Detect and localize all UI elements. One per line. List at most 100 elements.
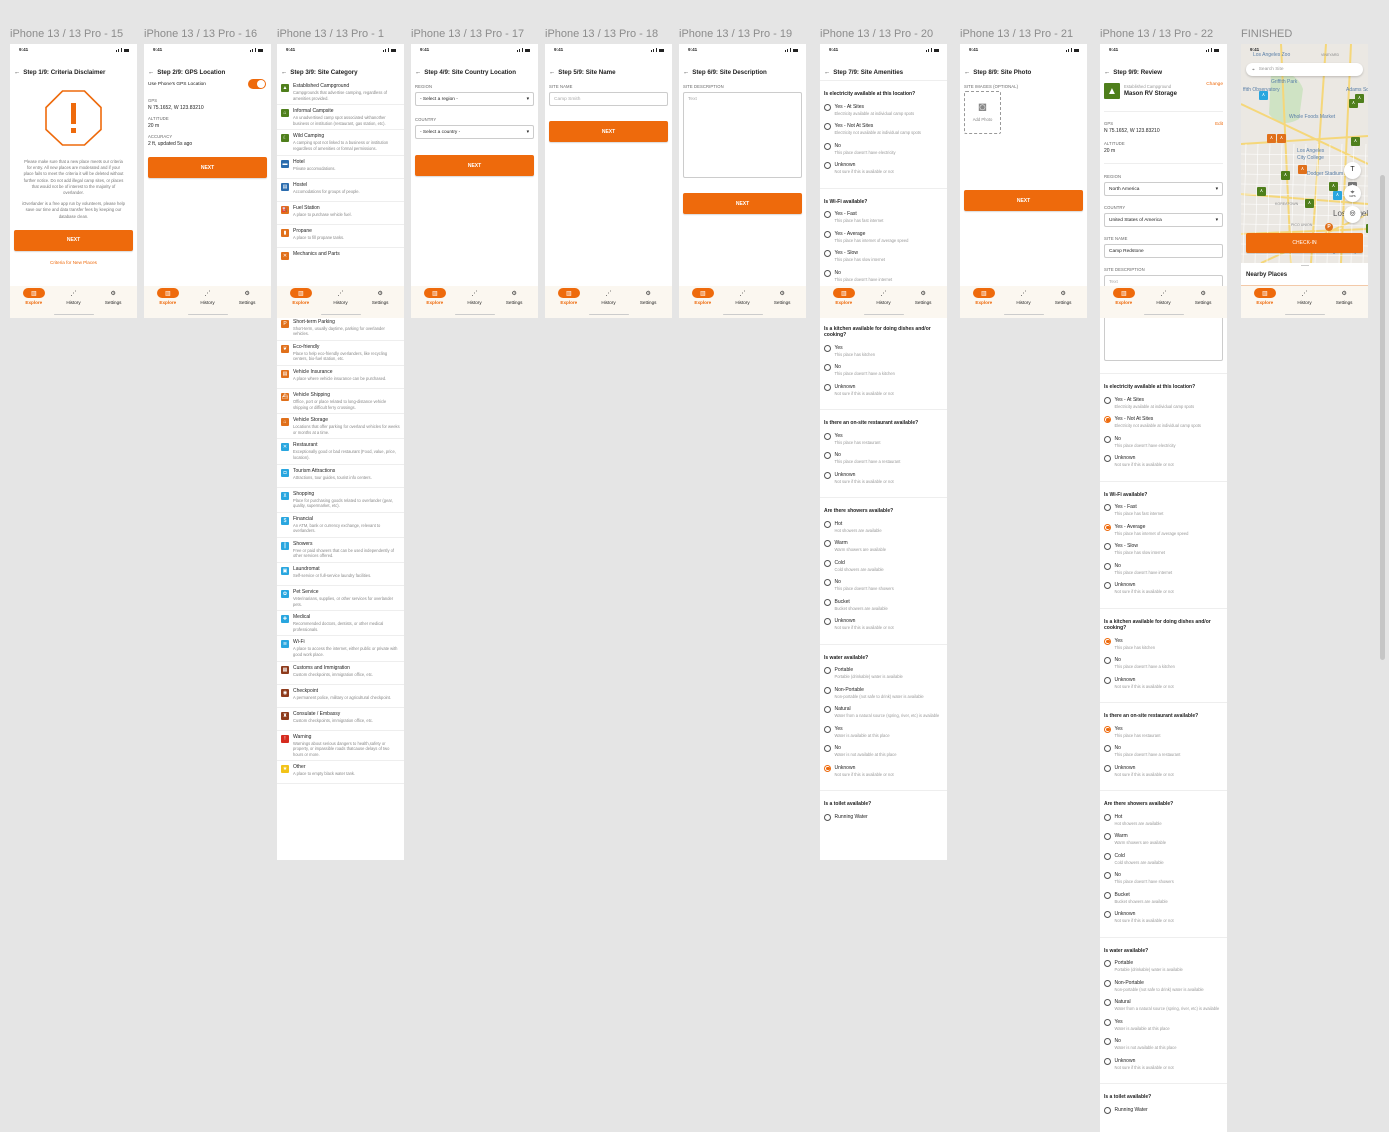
radio-button[interactable]: [1104, 833, 1111, 840]
amenity-option[interactable]: UnknownNot sure if this is available or …: [824, 162, 943, 182]
radio-button[interactable]: [1104, 1018, 1111, 1026]
amenity-option[interactable]: Yes Water is available at this place: [1104, 1018, 1223, 1039]
nav-explore[interactable]: ▥ Explore: [17, 286, 51, 318]
amenity-option[interactable]: Yes - Not At Sites Electricity not availa…: [1104, 416, 1223, 436]
category-item[interactable]: ✿ Pet Service Veterinarians, supplies, or …: [277, 586, 404, 612]
amenity-option[interactable]: Yes - Slow This place has slow internet: [824, 250, 943, 270]
category-item[interactable]: $ Financial An ATM, bank or currency excha…: [277, 513, 404, 538]
radio-button[interactable]: [824, 432, 831, 440]
radio-button[interactable]: [824, 686, 831, 694]
radio-button[interactable]: [1104, 657, 1111, 664]
region-select[interactable]: - Select a region - ▾: [415, 92, 534, 106]
amenity-option[interactable]: Natural Water from a natural source (spri…: [1104, 999, 1223, 1019]
site-name-input[interactable]: Camp Redstone: [1104, 244, 1223, 258]
amenity-option[interactable]: Hot Hot showers are available: [824, 520, 943, 541]
nav-explore[interactable]: ▥ Explore: [827, 286, 861, 318]
back-arrow-icon[interactable]: ←: [824, 69, 830, 76]
category-item[interactable]: ✚ Medical Recommended doctors, dentists, o…: [277, 611, 404, 637]
category-item[interactable]: ! Warning Warnings about serious dangers t…: [277, 731, 404, 762]
radio-button[interactable]: [824, 364, 831, 371]
map-site-marker-icon[interactable]: ⋏: [1305, 199, 1314, 208]
radio-button[interactable]: [1104, 1106, 1111, 1114]
map-site-marker-icon[interactable]: ⋏: [1351, 137, 1360, 146]
next-button[interactable]: NEXT: [549, 121, 668, 142]
radio-button[interactable]: [824, 211, 831, 218]
radio-button[interactable]: [1104, 745, 1111, 752]
nav-settings[interactable]: ⚙ Settings: [765, 286, 799, 318]
next-button[interactable]: NEXT: [964, 190, 1083, 211]
next-button[interactable]: NEXT: [683, 193, 802, 214]
radio-button[interactable]: [824, 230, 831, 238]
category-item[interactable]: ☾ Wild Camping A camping spot not linked t…: [277, 130, 404, 156]
category-item[interactable]: ▣ Laundromat Self-service or full-service …: [277, 563, 404, 587]
category-item[interactable]: ♜ Consulate / Embassy Custom checkpoints, …: [277, 708, 404, 731]
amenity-option[interactable]: No Water is not available at this place: [824, 745, 943, 765]
map-site-marker-icon[interactable]: ⋏: [1329, 182, 1338, 191]
radio-button[interactable]: [1104, 911, 1111, 918]
nav-explore[interactable]: ▥ Explore: [686, 286, 720, 318]
radio-button[interactable]: [824, 725, 831, 733]
amenity-option[interactable]: Yes - Not At Sites Electricity not availa…: [824, 123, 943, 143]
category-item[interactable]: ≋ Wi-Fi A place to access the internet, ei…: [277, 636, 404, 662]
amenity-option[interactable]: UnknownNot sure if this is available or …: [824, 383, 943, 404]
sheet-handle[interactable]: [1301, 265, 1309, 266]
radio-button[interactable]: [824, 706, 831, 713]
amenity-option[interactable]: UnknownNot sure if this is available or …: [1104, 582, 1223, 602]
amenity-option[interactable]: Yes - Fast This place has fast internet: [824, 211, 943, 231]
amenity-option[interactable]: Hot Hot showers are available: [1104, 813, 1223, 834]
radio-button[interactable]: [824, 764, 831, 772]
amenity-option[interactable]: No This place doesn't have a kitchen: [1104, 657, 1223, 677]
nav-settings[interactable]: ⚙ Settings: [906, 286, 940, 318]
site-name-input[interactable]: Camp Smith: [549, 92, 668, 106]
radio-button[interactable]: [824, 667, 831, 674]
amenity-option[interactable]: Bucket Bucket showers are available: [824, 598, 943, 619]
category-item[interactable]: ◉ Checkpoint A permanent police, military …: [277, 685, 404, 708]
amenity-option[interactable]: UnknownNot sure if this is available or …: [1104, 676, 1223, 697]
nearby-places-sheet[interactable]: Nearby Places: [1241, 263, 1368, 286]
locate-button[interactable]: ◎: [1344, 206, 1361, 223]
amenity-option[interactable]: UnknownNot sure if this is available or …: [1104, 911, 1223, 931]
radio-button[interactable]: [1104, 1038, 1111, 1045]
radio-button[interactable]: [1104, 523, 1111, 531]
radio-button[interactable]: [1104, 725, 1111, 733]
radio-button[interactable]: [1104, 872, 1111, 879]
amenity-option[interactable]: No This place doesn't have a restaurant: [1104, 745, 1223, 765]
amenity-option[interactable]: Running Water: [1104, 1106, 1223, 1127]
filter-button[interactable]: T: [1344, 162, 1361, 179]
map-site-marker-icon[interactable]: ⋏: [1257, 187, 1266, 196]
amenity-option[interactable]: Natural Water from a natural source (spri…: [824, 706, 943, 726]
edit-link[interactable]: Edit: [1215, 121, 1223, 126]
radio-button[interactable]: [824, 540, 831, 547]
nav-settings[interactable]: ⚙ Settings: [497, 286, 531, 318]
amenity-option[interactable]: No This place doesn't have electricity: [1104, 435, 1223, 456]
radio-button[interactable]: [824, 471, 831, 479]
amenity-option[interactable]: UnknownNot sure if this is available or …: [824, 618, 943, 638]
radio-button[interactable]: [1104, 582, 1111, 589]
radio-button[interactable]: [824, 520, 831, 528]
site-description-textarea[interactable]: Text: [683, 92, 802, 178]
category-item[interactable]: ⛴ Vehicle Shipping Office, port or place r…: [277, 389, 404, 415]
radio-button[interactable]: [1104, 637, 1111, 645]
category-item[interactable]: ▲ Established Campground Campgrounds that …: [277, 80, 404, 106]
category-item[interactable]: ⊻ Shopping Place for purchasing goods rela…: [277, 488, 404, 513]
amenity-option[interactable]: No This place doesn't have internet: [1104, 562, 1223, 583]
radio-button[interactable]: [1104, 543, 1111, 550]
category-item[interactable]: ❦ Eco-friendly Place to help eco-friendly …: [277, 341, 404, 366]
amenity-option[interactable]: UnknownNot sure if this is available or …: [824, 764, 943, 785]
amenity-option[interactable]: Cold Cold showers are available: [1104, 852, 1223, 873]
gps-toggle[interactable]: [248, 79, 266, 89]
radio-button[interactable]: [824, 123, 831, 130]
radio-button[interactable]: [824, 250, 831, 257]
map-site-marker-icon[interactable]: ⋏: [1366, 224, 1368, 233]
back-arrow-icon[interactable]: ←: [1104, 69, 1110, 76]
radio-button[interactable]: [824, 559, 831, 567]
radio-button[interactable]: [1104, 676, 1111, 684]
nav-settings[interactable]: ⚙ Settings: [631, 286, 665, 318]
radio-button[interactable]: [824, 142, 831, 150]
nav-explore[interactable]: ▥ Explore: [552, 286, 586, 318]
radio-button[interactable]: [824, 452, 831, 459]
radio-button[interactable]: [1104, 562, 1111, 570]
amenity-option[interactable]: Yes - Fast This place has fast internet: [1104, 504, 1223, 524]
radio-button[interactable]: [1104, 813, 1111, 821]
radio-button[interactable]: [1104, 979, 1111, 987]
